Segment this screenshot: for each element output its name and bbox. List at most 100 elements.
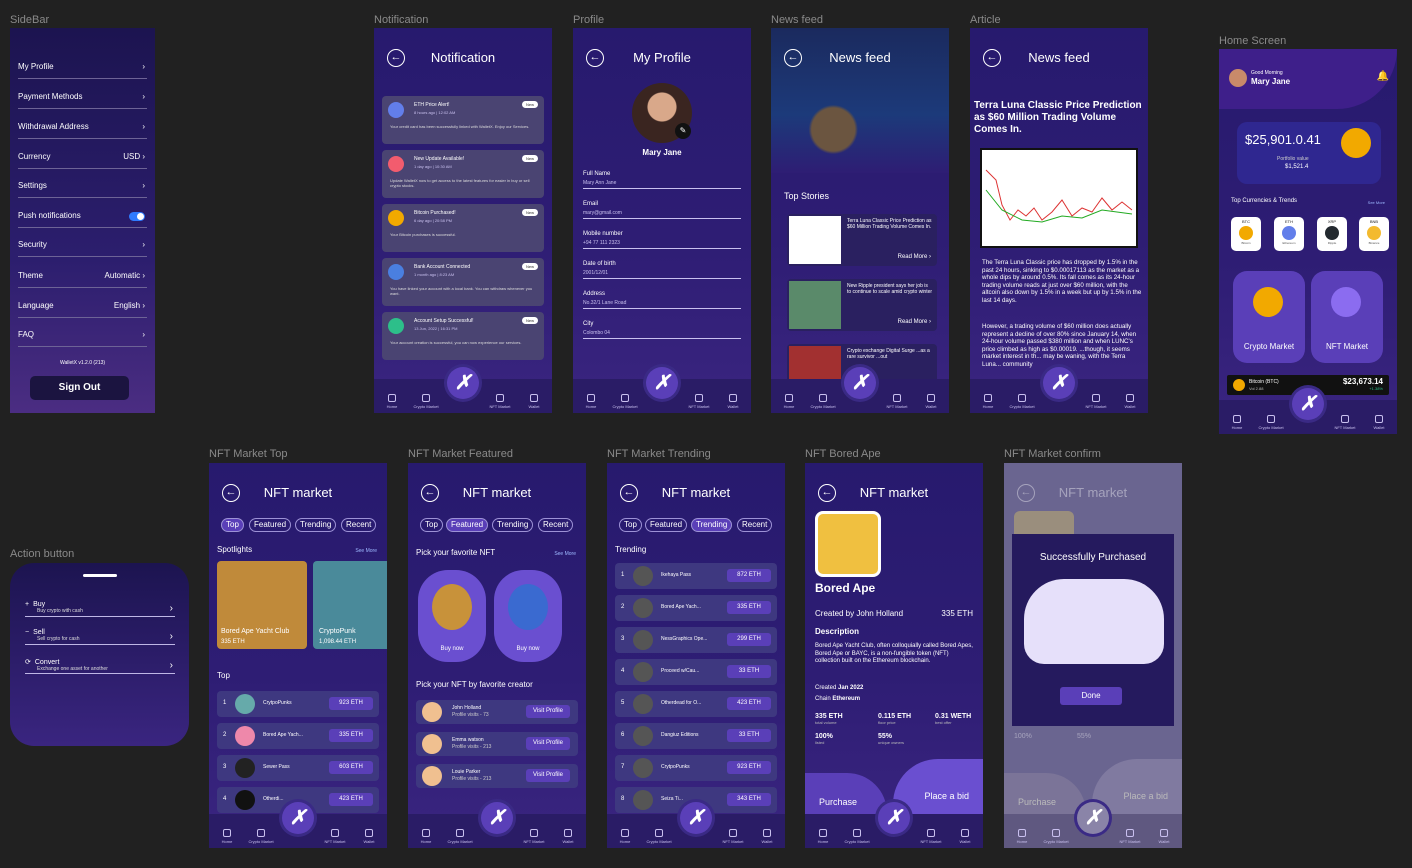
tab-featured[interactable]: Featured xyxy=(446,518,489,532)
table-row[interactable]: 1 Ikehaya Pass 872 ETH xyxy=(615,563,777,589)
nav-home[interactable]: Home xyxy=(1223,415,1251,430)
creator-row[interactable]: Emma watson Profile visits - 213 Visit Pro… xyxy=(416,732,578,756)
see-more-link[interactable]: See More xyxy=(554,551,576,557)
tab-recent[interactable]: Recent xyxy=(341,518,377,532)
sidebar-item-theme[interactable]: Theme Automatic › xyxy=(18,271,147,288)
table-row[interactable]: 2 Bored Ape Yach... 335 ETH xyxy=(217,723,379,749)
sidebar-item-language[interactable]: Language English › xyxy=(18,301,147,318)
creator-row[interactable]: John Holland Profile visits - 73 Visit Pro… xyxy=(416,700,578,724)
table-row[interactable]: 2 Bored Ape Yach... 335 ETH xyxy=(615,595,777,621)
read-more-link[interactable]: Read More › xyxy=(898,319,931,325)
action-fab-button[interactable]: ✗ xyxy=(447,367,479,399)
action-fab-button[interactable]: ✗ xyxy=(1077,802,1109,834)
nav-wallet[interactable]: Wallet xyxy=(355,829,383,844)
bell-icon[interactable]: 🔔 xyxy=(1377,71,1389,82)
field-email[interactable]: Email mary@gmail.com xyxy=(583,201,741,219)
nav-home[interactable]: Home xyxy=(577,394,605,409)
action-fab-button[interactable]: ✗ xyxy=(1292,388,1324,420)
field-mobile[interactable]: Mobile number +94 77 111 2323 xyxy=(583,231,741,249)
nav-wallet[interactable]: Wallet xyxy=(1365,415,1393,430)
nav-home[interactable]: Home xyxy=(378,394,406,409)
sidebar-item-my-profile[interactable]: My Profile › xyxy=(18,62,147,79)
field-full-name[interactable]: Full Name Mary Ann Jane xyxy=(583,171,741,189)
nav-crypto[interactable]: Crypto Market xyxy=(247,829,275,844)
field-dob[interactable]: Date of birth 2001/12/01 xyxy=(583,261,741,279)
nav-home[interactable]: Home xyxy=(974,394,1002,409)
done-button[interactable]: Done xyxy=(1060,687,1122,705)
nft-card[interactable]: Buy now xyxy=(494,570,562,662)
tab-featured[interactable]: Featured xyxy=(645,518,688,532)
sidebar-item-faq[interactable]: FAQ › xyxy=(18,330,147,347)
nav-nft[interactable]: NFT Market xyxy=(1331,415,1359,430)
nav-crypto[interactable]: Crypto Market xyxy=(1257,415,1285,430)
nav-wallet[interactable]: Wallet xyxy=(554,829,582,844)
spotlight-card[interactable]: Bored Ape Yacht Club 335 ETH xyxy=(217,561,307,649)
coin-bnb[interactable]: BNB Binance xyxy=(1359,217,1389,251)
nav-nft[interactable]: NFT Market xyxy=(685,394,713,409)
field-address[interactable]: Address No.32/1 Lane Road xyxy=(583,291,741,309)
visit-profile-button[interactable]: Visit Profile xyxy=(526,769,570,782)
table-row[interactable]: 1 CrytpoPunks 923 ETH xyxy=(217,691,379,717)
notification-card[interactable]: Account Setup Successful! 13 Jun, 2022 | … xyxy=(382,312,544,360)
notification-card[interactable]: Bank Account Connected 1 month ago | 8:23… xyxy=(382,258,544,306)
nav-nft[interactable]: NFT Market xyxy=(486,394,514,409)
tab-trending[interactable]: Trending xyxy=(691,518,733,532)
table-row[interactable]: 5 Otherdead for O... 423 ETH xyxy=(615,691,777,717)
nav-wallet[interactable]: Wallet xyxy=(753,829,781,844)
table-row[interactable]: 4 Proceed w/Cau... 33 ETH xyxy=(615,659,777,685)
drag-handle[interactable] xyxy=(83,574,117,577)
coin-eth[interactable]: ETH Ethereum xyxy=(1274,217,1304,251)
sidebar-item-withdrawal-address[interactable]: Withdrawal Address › xyxy=(18,122,147,139)
crypto-market-card[interactable]: Crypto Market xyxy=(1233,271,1305,363)
nav-crypto[interactable]: Crypto Market xyxy=(1042,829,1070,844)
table-row[interactable]: 7 CrytpoPunks 923 ETH xyxy=(615,755,777,781)
tab-recent[interactable]: Recent xyxy=(538,518,574,532)
nav-nft[interactable]: NFT Market xyxy=(1082,394,1110,409)
nav-crypto[interactable]: Crypto Market xyxy=(611,394,639,409)
nav-crypto[interactable]: Crypto Market xyxy=(843,829,871,844)
notification-card[interactable]: New Update Available! 1 day ago | 10:30 A… xyxy=(382,150,544,198)
table-row[interactable]: 3 NessGraphics Ope... 299 ETH xyxy=(615,627,777,653)
nav-home[interactable]: Home xyxy=(809,829,837,844)
sidebar-item-currency[interactable]: Currency USD › xyxy=(18,152,147,169)
nav-nft[interactable]: NFT Market xyxy=(883,394,911,409)
nav-home[interactable]: Home xyxy=(775,394,803,409)
nav-wallet[interactable]: Wallet xyxy=(719,394,747,409)
nav-crypto[interactable]: Crypto Market xyxy=(1008,394,1036,409)
balance-card[interactable]: $25,901.0.41 Portfolio value $1,521.4 xyxy=(1237,122,1381,184)
action-fab-button[interactable]: ✗ xyxy=(844,367,876,399)
action-fab-button[interactable]: ✗ xyxy=(680,802,712,834)
nav-home[interactable]: Home xyxy=(1008,829,1036,844)
nav-crypto[interactable]: Crypto Market xyxy=(645,829,673,844)
story-card[interactable]: New Ripple president says her job is to … xyxy=(787,279,937,331)
sidebar-item-payment-methods[interactable]: Payment Methods › xyxy=(18,92,147,109)
notification-card[interactable]: ETH Price Alert! 8 hours ago | 12:02 AM Ne… xyxy=(382,96,544,144)
table-row[interactable]: 3 Sewer Pass 603 ETH xyxy=(217,755,379,781)
sign-out-button[interactable]: Sign Out xyxy=(30,376,129,400)
nav-wallet[interactable]: Wallet xyxy=(520,394,548,409)
edit-icon[interactable]: ✎ xyxy=(675,123,691,139)
action-fab-button[interactable]: ✗ xyxy=(282,802,314,834)
nav-nft[interactable]: NFT Market xyxy=(917,829,945,844)
tab-top[interactable]: Top xyxy=(420,518,443,532)
action-fab-button[interactable]: ✗ xyxy=(878,802,910,834)
creator-row[interactable]: Louie Parker Profile visits - 213 Visit Pr… xyxy=(416,764,578,788)
table-row[interactable]: 6 Dangiuz Editions 33 ETH xyxy=(615,723,777,749)
tab-top[interactable]: Top xyxy=(619,518,642,532)
tab-trending[interactable]: Trending xyxy=(295,518,337,532)
sidebar-item-security[interactable]: Security › xyxy=(18,240,147,257)
coin-btc[interactable]: BTC Bitcoin xyxy=(1231,217,1261,251)
nav-wallet[interactable]: Wallet xyxy=(917,394,945,409)
see-more-link[interactable]: See More xyxy=(355,548,377,554)
nav-nft[interactable]: NFT Market xyxy=(719,829,747,844)
action-buy[interactable]: + Buy Buy crypto with cash › xyxy=(25,601,175,617)
tab-top[interactable]: Top xyxy=(221,518,244,532)
action-convert[interactable]: ⟳ Convert Exchange one asset for another › xyxy=(25,658,175,674)
nav-wallet[interactable]: Wallet xyxy=(951,829,979,844)
coin-xrp[interactable]: XRP Ripple xyxy=(1317,217,1347,251)
nft-market-card[interactable]: NFT Market xyxy=(1311,271,1383,363)
nft-card[interactable]: Buy now xyxy=(418,570,486,662)
field-city[interactable]: City Colombo 04 xyxy=(583,321,741,339)
nav-nft[interactable]: NFT Market xyxy=(1116,829,1144,844)
tab-featured[interactable]: Featured xyxy=(249,518,292,532)
